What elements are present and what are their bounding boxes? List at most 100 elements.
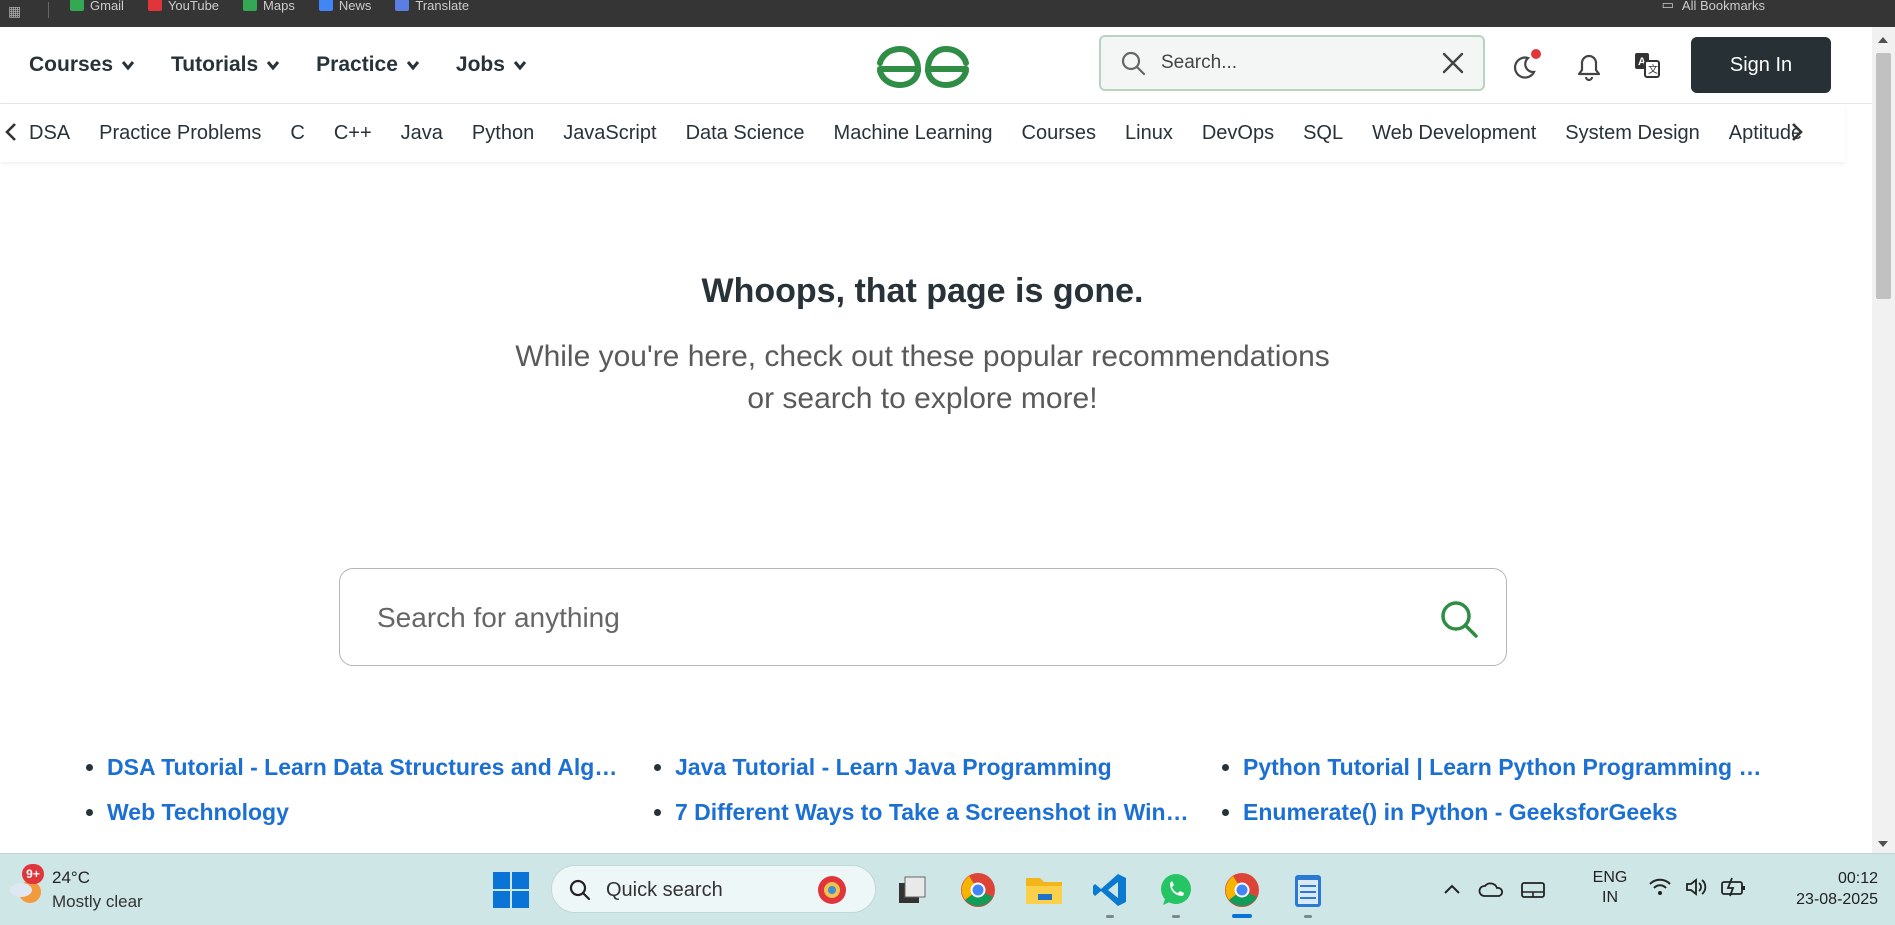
touchpad-icon[interactable] bbox=[1520, 880, 1546, 900]
running-indicator bbox=[1106, 915, 1114, 918]
apps-grid-icon[interactable]: ▦ bbox=[8, 4, 24, 18]
bookmark-label: Gmail bbox=[90, 0, 124, 13]
header-search[interactable] bbox=[1099, 35, 1485, 91]
temperature: 24°C bbox=[52, 868, 90, 887]
category-item[interactable]: Courses bbox=[1022, 122, 1096, 145]
search-highlight-icon bbox=[818, 876, 846, 904]
chrome-icon[interactable] bbox=[956, 868, 1000, 912]
clock-date: 23-08-2025 bbox=[1796, 891, 1878, 908]
taskbar-search-label: Quick search bbox=[606, 879, 723, 901]
recommendation-title: 7 Different Ways to Take a Screenshot in… bbox=[675, 799, 1195, 825]
category-item[interactable]: Machine Learning bbox=[834, 122, 993, 145]
start-tile bbox=[512, 872, 529, 889]
header-search-input[interactable] bbox=[1159, 51, 1433, 75]
page-title: Whoops, that page is gone. bbox=[701, 272, 1144, 310]
bookmark-item[interactable]: News bbox=[318, 0, 372, 13]
chrome-active-icon[interactable] bbox=[1220, 868, 1264, 918]
category-item[interactable]: C bbox=[290, 122, 304, 145]
chevron-down-icon bbox=[406, 61, 420, 71]
category-item[interactable]: Data Science bbox=[686, 122, 805, 145]
recommendation-title: DSA Tutorial - Learn Data Structures and… bbox=[107, 754, 627, 780]
recommendation-link[interactable]: Python Tutorial | Learn Python Programmi… bbox=[1222, 752, 1790, 783]
category-item[interactable]: C++ bbox=[334, 122, 372, 145]
category-item[interactable]: Linux bbox=[1125, 122, 1173, 145]
recommendation-link[interactable]: Enumerate() in Python - GeeksforGeeks bbox=[1222, 797, 1790, 828]
battery-charging-icon bbox=[1721, 877, 1745, 897]
category-item[interactable]: DSA bbox=[29, 122, 70, 145]
bullet-icon bbox=[1222, 809, 1229, 816]
bullet-icon bbox=[654, 809, 661, 816]
category-item[interactable]: DevOps bbox=[1202, 122, 1274, 145]
category-item[interactable]: JavaScript bbox=[563, 122, 656, 145]
dark-mode-icon[interactable] bbox=[1508, 49, 1542, 83]
bookmark-item[interactable]: Translate bbox=[395, 0, 469, 13]
bookmark-label: News bbox=[338, 0, 372, 13]
bookmark-favicon-icon bbox=[395, 0, 410, 11]
recommendation-link[interactable]: DSA Tutorial - Learn Data Structures and… bbox=[86, 752, 654, 783]
gfg-logo[interactable] bbox=[876, 41, 970, 89]
recommendation-title: Python Tutorial | Learn Python Programmi… bbox=[1243, 754, 1763, 780]
start-tile bbox=[493, 891, 510, 908]
bullet-icon bbox=[86, 764, 93, 771]
file-explorer-icon[interactable] bbox=[1022, 868, 1066, 912]
chevron-down-icon bbox=[121, 61, 135, 71]
bookmark-item[interactable]: YouTube bbox=[147, 0, 220, 13]
sign-in-button[interactable]: Sign In bbox=[1691, 37, 1831, 93]
category-item[interactable]: Python bbox=[472, 122, 534, 145]
notepad-icon[interactable] bbox=[1286, 868, 1330, 918]
windows-start-button[interactable] bbox=[493, 872, 529, 908]
chevron-right-icon[interactable] bbox=[1788, 121, 1806, 143]
main-search-box[interactable] bbox=[339, 568, 1507, 666]
language-indicator[interactable]: ENG IN bbox=[1590, 868, 1630, 908]
category-item[interactable]: System Design bbox=[1565, 122, 1700, 145]
start-tile bbox=[512, 891, 529, 908]
bookmark-label: YouTube bbox=[167, 0, 220, 13]
scroll-down-arrow-icon[interactable] bbox=[1878, 841, 1888, 847]
recommendation-title: Web Technology bbox=[107, 799, 289, 825]
category-item[interactable]: Web Development bbox=[1372, 122, 1536, 145]
bookmark-favicon-icon bbox=[243, 0, 258, 11]
bullet-icon bbox=[654, 764, 661, 771]
nav-item-jobs[interactable]: Jobs bbox=[456, 53, 527, 77]
onedrive-cloud-icon[interactable] bbox=[1478, 880, 1504, 900]
task-view-icon[interactable] bbox=[890, 868, 934, 912]
all-bookmarks-label: All Bookmarks bbox=[1681, 0, 1765, 13]
chevron-down-icon bbox=[513, 61, 527, 71]
bullet-icon bbox=[1222, 764, 1229, 771]
quick-settings[interactable] bbox=[1648, 876, 1748, 898]
scroll-up-arrow-icon[interactable] bbox=[1878, 37, 1888, 43]
chevron-up-icon[interactable] bbox=[1442, 880, 1462, 900]
category-item[interactable]: SQL bbox=[1303, 122, 1343, 145]
active-indicator bbox=[1232, 914, 1252, 918]
nav-item-courses[interactable]: Courses bbox=[29, 53, 135, 77]
windows-taskbar: 9+ 24°C Mostly clear Quick search ENG IN… bbox=[0, 853, 1895, 925]
bookmark-list: Gmail YouTube Maps News Translate bbox=[70, 0, 469, 13]
clear-search-icon[interactable] bbox=[1441, 51, 1465, 75]
bookmark-label: Maps bbox=[263, 0, 295, 13]
search-icon[interactable] bbox=[1437, 597, 1481, 641]
recommendation-link[interactable]: Web Technology bbox=[86, 797, 654, 828]
chevron-left-icon[interactable] bbox=[2, 121, 20, 143]
all-bookmarks[interactable]: ▭ All Bookmarks bbox=[1662, 0, 1765, 13]
vscode-icon[interactable] bbox=[1088, 868, 1132, 918]
start-tile bbox=[493, 872, 510, 889]
nav-item-label: Jobs bbox=[455, 53, 505, 76]
recommendation-link[interactable]: Java Tutorial - Learn Java Programming bbox=[654, 752, 1222, 783]
main-search-input[interactable] bbox=[375, 595, 1379, 641]
bookmark-item[interactable]: Gmail bbox=[70, 0, 124, 13]
bookmark-item[interactable]: Maps bbox=[243, 0, 295, 13]
translate-icon[interactable]: A 文 bbox=[1633, 51, 1661, 79]
taskbar-search[interactable]: Quick search bbox=[551, 865, 876, 913]
nav-item-label: Practice bbox=[316, 53, 398, 76]
nav-item-tutorials[interactable]: Tutorials bbox=[171, 53, 280, 77]
scroll-thumb[interactable] bbox=[1876, 53, 1891, 299]
page-scrollbar[interactable] bbox=[1872, 27, 1895, 853]
notification-bell-icon[interactable] bbox=[1573, 49, 1605, 83]
category-bar: DSA Practice Problems C C++ Java Python JavaSc… bbox=[0, 104, 1845, 162]
category-item[interactable]: Practice Problems bbox=[99, 122, 261, 145]
category-item[interactable]: Java bbox=[401, 122, 443, 145]
nav-item-practice[interactable]: Practice bbox=[316, 53, 420, 77]
system-clock[interactable]: 00:12 23-08-2025 bbox=[1768, 868, 1878, 910]
whatsapp-icon[interactable] bbox=[1154, 868, 1198, 918]
recommendation-link[interactable]: 7 Different Ways to Take a Screenshot in… bbox=[654, 797, 1222, 828]
